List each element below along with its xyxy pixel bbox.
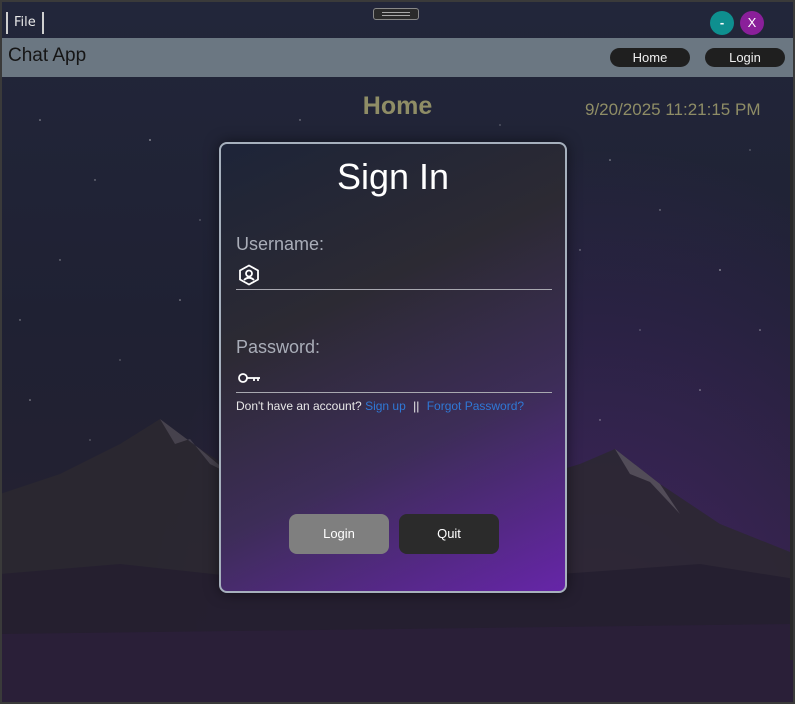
password-label: Password: xyxy=(236,337,321,357)
title-bar: File - X xyxy=(0,8,795,38)
datetime-display: 9/20/2025 11:21:15 PM xyxy=(585,100,761,119)
signup-link[interactable]: Sign up xyxy=(365,399,406,413)
forgot-password-link[interactable]: Forgot Password? xyxy=(427,399,524,413)
signin-title: Sign In xyxy=(336,156,450,197)
quit-button[interactable]: Quit xyxy=(399,514,499,554)
login-button[interactable]: Login xyxy=(289,514,389,554)
no-account-text: Don't have an account? xyxy=(236,399,362,413)
nav-home-button[interactable]: Home xyxy=(610,48,690,67)
account-links: Don't have an account? Sign up || Forgot… xyxy=(236,399,524,413)
username-label: Username: xyxy=(236,234,325,254)
drag-handle-icon[interactable] xyxy=(373,8,419,20)
link-separator: || xyxy=(413,399,420,413)
password-field xyxy=(236,364,552,393)
close-button[interactable]: X xyxy=(740,11,764,35)
password-input[interactable] xyxy=(268,366,552,390)
file-menu[interactable]: File xyxy=(6,12,44,34)
key-icon xyxy=(238,373,260,383)
app-title: Chat App xyxy=(8,45,87,66)
navbar: Chat App Home Login xyxy=(0,38,795,77)
minimize-button[interactable]: - xyxy=(710,11,734,35)
username-field xyxy=(236,261,552,290)
scrollbar[interactable] xyxy=(790,120,795,660)
signin-card: Sign In Username: Password: Don't have a… xyxy=(219,142,567,593)
username-input[interactable] xyxy=(268,263,552,287)
user-badge-icon xyxy=(239,264,259,286)
nav-login-button[interactable]: Login xyxy=(705,48,785,67)
app-window: File - X Chat App Home Login Home 9/20/2… xyxy=(0,0,795,704)
